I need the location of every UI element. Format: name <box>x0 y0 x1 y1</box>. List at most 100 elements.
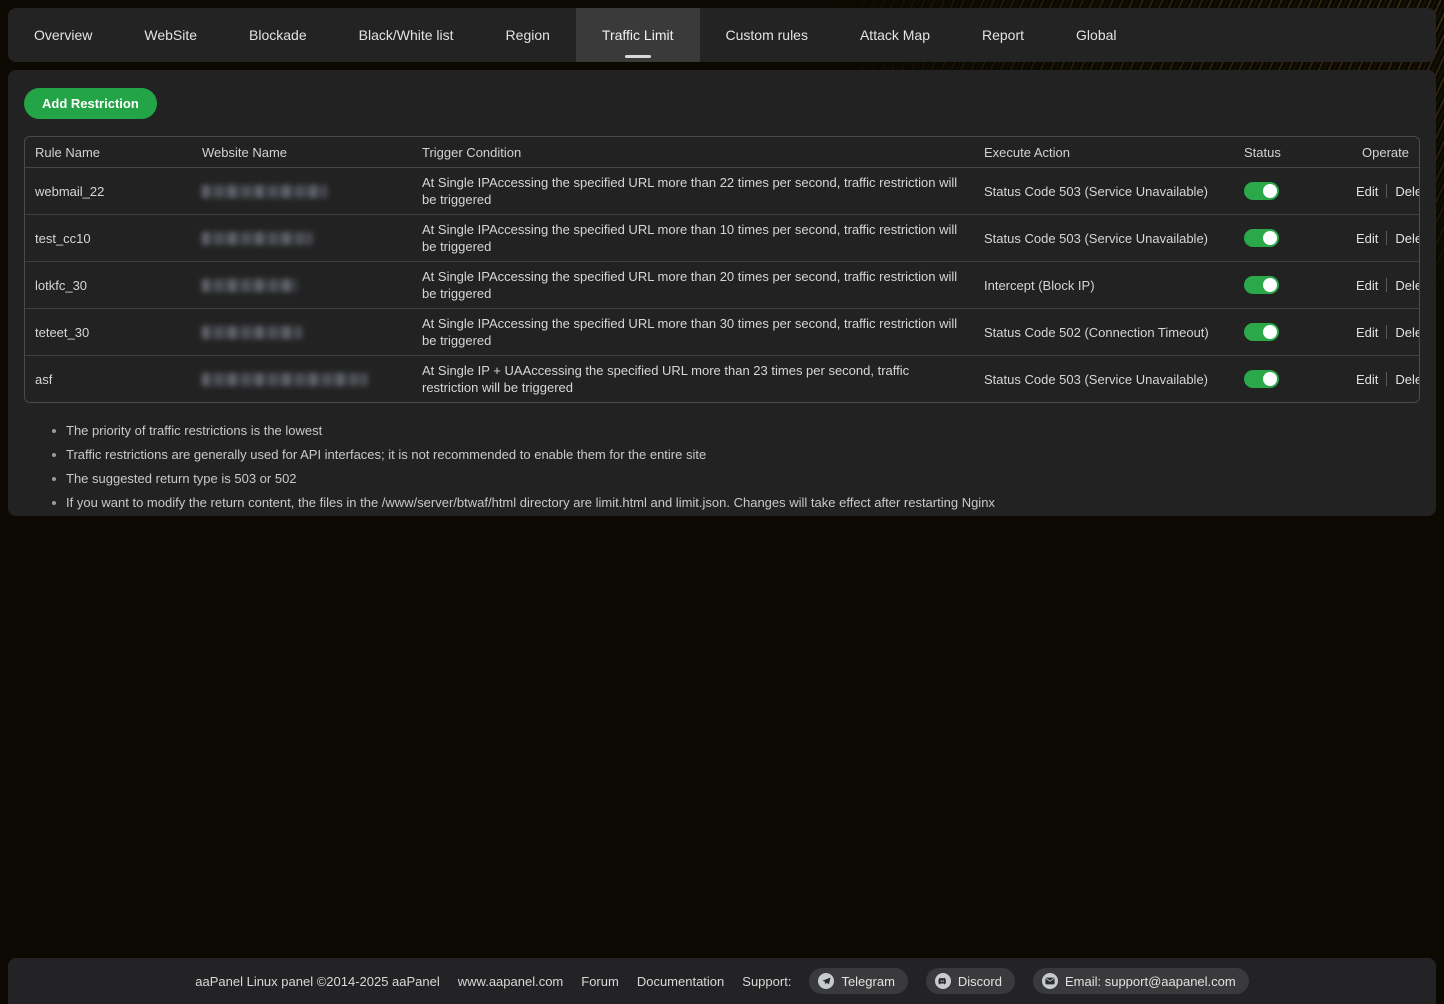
edit-link[interactable]: Edit <box>1356 372 1378 387</box>
execute-action-cell: Status Code 503 (Service Unavailable) <box>984 231 1244 246</box>
delete-link[interactable]: Delete <box>1395 184 1420 199</box>
docs-link[interactable]: Documentation <box>637 974 724 989</box>
column-header-execute-action: Execute Action <box>984 145 1244 160</box>
note-item: The suggested return type is 503 or 502 <box>50 467 1420 491</box>
operate-divider <box>1386 325 1387 339</box>
status-toggle[interactable] <box>1244 182 1279 200</box>
status-toggle[interactable] <box>1244 276 1279 294</box>
delete-link[interactable]: Delete <box>1395 325 1420 340</box>
rule-name-cell: teteet_30 <box>35 325 202 340</box>
footer-bar: aaPanel Linux panel ©2014-2025 aaPanel w… <box>8 958 1436 1004</box>
telegram-icon <box>818 973 834 989</box>
discord-button[interactable]: Discord <box>926 968 1015 994</box>
site-link[interactable]: www.aapanel.com <box>458 974 564 989</box>
trigger-condition-cell: At Single IPAccessing the specified URL … <box>422 262 984 308</box>
operate-divider <box>1386 278 1387 292</box>
column-header-trigger: Trigger Condition <box>422 145 984 160</box>
email-icon <box>1042 973 1058 989</box>
website-name-cell <box>202 326 422 339</box>
note-item: Traffic restrictions are generally used … <box>50 443 1420 467</box>
status-cell <box>1244 370 1356 388</box>
tab-label: Region <box>506 27 550 43</box>
forum-link[interactable]: Forum <box>581 974 619 989</box>
tab-label: Report <box>982 27 1024 43</box>
tab-item[interactable]: Overview <box>8 8 118 62</box>
waf-tab-bar: Overview WebSite Blockade Black/White li… <box>8 8 1436 62</box>
support-label: Support: <box>742 974 791 989</box>
tab-item[interactable]: Report <box>956 8 1050 62</box>
tab-item[interactable]: Blockade <box>223 8 333 62</box>
rule-name-cell: test_cc10 <box>35 231 202 246</box>
tab-item[interactable]: Region <box>480 8 576 62</box>
tab-item[interactable]: Black/White list <box>333 8 480 62</box>
column-header-operate: Operate <box>1362 145 1409 160</box>
trigger-condition-cell: At Single IPAccessing the specified URL … <box>422 215 984 261</box>
tab-item[interactable]: Traffic Limit <box>576 8 700 62</box>
status-toggle[interactable] <box>1244 229 1279 247</box>
status-toggle[interactable] <box>1244 370 1279 388</box>
tab-label: Black/White list <box>359 27 454 43</box>
operate-cell: Edit Delete <box>1356 372 1420 387</box>
execute-action-cell: Status Code 503 (Service Unavailable) <box>984 184 1244 199</box>
delete-link[interactable]: Delete <box>1395 231 1420 246</box>
tab-label: Attack Map <box>860 27 930 43</box>
operate-cell: Edit Delete <box>1356 278 1420 293</box>
operate-cell: Edit Delete <box>1356 325 1420 340</box>
tab-item[interactable]: Global <box>1050 8 1142 62</box>
trigger-condition-cell: At Single IP + UAAccessing the specified… <box>422 356 984 402</box>
note-item: The priority of traffic restrictions is … <box>50 419 1420 443</box>
edit-link[interactable]: Edit <box>1356 325 1378 340</box>
tab-label: Blockade <box>249 27 307 43</box>
email-label: Email: support@aapanel.com <box>1065 974 1236 989</box>
execute-action-cell: Status Code 502 (Connection Timeout) <box>984 325 1244 340</box>
telegram-label: Telegram <box>841 974 894 989</box>
status-cell <box>1244 182 1356 200</box>
email-button[interactable]: Email: support@aapanel.com <box>1033 968 1249 994</box>
operate-cell: Edit Delete <box>1356 231 1420 246</box>
operate-divider <box>1386 184 1387 198</box>
toggle-knob <box>1263 278 1277 292</box>
blurred-website-name <box>202 326 302 339</box>
tab-item[interactable]: Custom rules <box>700 8 834 62</box>
table-row: test_cc10 At Single IPAccessing the spec… <box>25 215 1419 262</box>
status-cell <box>1244 276 1356 294</box>
status-toggle[interactable] <box>1244 323 1279 341</box>
delete-link[interactable]: Delete <box>1395 278 1420 293</box>
tab-label: WebSite <box>144 27 197 43</box>
discord-icon <box>935 973 951 989</box>
tab-item[interactable]: Attack Map <box>834 8 956 62</box>
tab-label: Traffic Limit <box>602 27 674 43</box>
toggle-knob <box>1263 372 1277 386</box>
website-name-cell <box>202 232 422 245</box>
edit-link[interactable]: Edit <box>1356 231 1378 246</box>
column-header-status: Status <box>1244 145 1356 160</box>
website-name-cell <box>202 373 422 386</box>
traffic-limit-panel: Add Restriction Rule Name Website Name T… <box>8 70 1436 516</box>
rule-name-cell: lotkfc_30 <box>35 278 202 293</box>
tab-item[interactable]: WebSite <box>118 8 223 62</box>
table-row: lotkfc_30 At Single IPAccessing the spec… <box>25 262 1419 309</box>
edit-link[interactable]: Edit <box>1356 184 1378 199</box>
blurred-website-name <box>202 185 327 198</box>
delete-link[interactable]: Delete <box>1395 372 1420 387</box>
notes-list: The priority of traffic restrictions is … <box>50 419 1420 515</box>
table-row: teteet_30 At Single IPAccessing the spec… <box>25 309 1419 356</box>
discord-label: Discord <box>958 974 1002 989</box>
toggle-knob <box>1263 231 1277 245</box>
table-row: asf At Single IP + UAAccessing the speci… <box>25 356 1419 402</box>
traffic-limit-table: Rule Name Website Name Trigger Condition… <box>24 136 1420 403</box>
table-body: webmail_22 At Single IPAccessing the spe… <box>25 168 1419 402</box>
blurred-website-name <box>202 373 367 386</box>
tab-label: Global <box>1076 27 1116 43</box>
operate-divider <box>1386 372 1387 386</box>
edit-link[interactable]: Edit <box>1356 278 1378 293</box>
rule-name-cell: asf <box>35 372 202 387</box>
telegram-button[interactable]: Telegram <box>809 968 907 994</box>
execute-action-cell: Status Code 503 (Service Unavailable) <box>984 372 1244 387</box>
toggle-knob <box>1263 184 1277 198</box>
status-cell <box>1244 323 1356 341</box>
status-cell <box>1244 229 1356 247</box>
column-header-website-name: Website Name <box>202 145 422 160</box>
execute-action-cell: Intercept (Block IP) <box>984 278 1244 293</box>
add-restriction-button[interactable]: Add Restriction <box>24 88 157 119</box>
